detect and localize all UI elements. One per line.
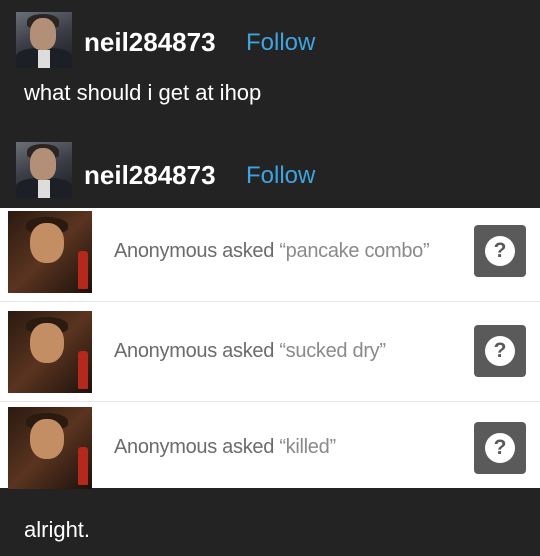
ask-question: “pancake combo” — [279, 240, 430, 262]
asker-avatar — [8, 311, 92, 393]
question-button[interactable]: ? — [474, 325, 526, 377]
asker-label: Anonymous asked — [114, 240, 275, 262]
ask-text: Anonymous asked “pancake combo” — [114, 240, 430, 263]
post-header-1: neil284873 Follow — [0, 12, 540, 78]
question-mark-icon: ? — [485, 236, 515, 266]
ask-question: “sucked dry” — [279, 340, 386, 362]
question-button[interactable]: ? — [474, 225, 526, 277]
user-avatar[interactable] — [16, 12, 72, 68]
ask-row: Anonymous asked “sucked dry” ? — [0, 308, 540, 402]
username-link[interactable]: neil284873 — [84, 27, 216, 58]
question-mark-icon: ? — [485, 336, 515, 366]
ask-question: “killed” — [279, 436, 336, 458]
question-button[interactable]: ? — [474, 422, 526, 474]
asker-avatar — [8, 407, 92, 489]
post-text: what should i get at ihop — [24, 80, 262, 105]
question-mark-icon: ? — [485, 433, 515, 463]
asker-label: Anonymous asked — [114, 340, 275, 362]
follow-button[interactable]: Follow — [246, 29, 315, 57]
ask-text: Anonymous asked “killed” — [114, 436, 336, 459]
ask-row: Anonymous asked “pancake combo” ? — [0, 208, 540, 302]
ask-text: Anonymous asked “sucked dry” — [114, 340, 386, 363]
asker-label: Anonymous asked — [114, 436, 275, 458]
follow-button[interactable]: Follow — [246, 162, 315, 190]
user-avatar[interactable] — [16, 142, 72, 198]
asker-avatar — [8, 211, 92, 293]
ask-row: Anonymous asked “killed” ? — [0, 404, 540, 497]
ask-panel: Anonymous asked “pancake combo” ? Anonym… — [0, 208, 540, 489]
post-header-2: neil284873 Follow — [0, 142, 540, 208]
username-link[interactable]: neil284873 — [84, 160, 216, 191]
reply-text: alright. — [24, 517, 91, 542]
